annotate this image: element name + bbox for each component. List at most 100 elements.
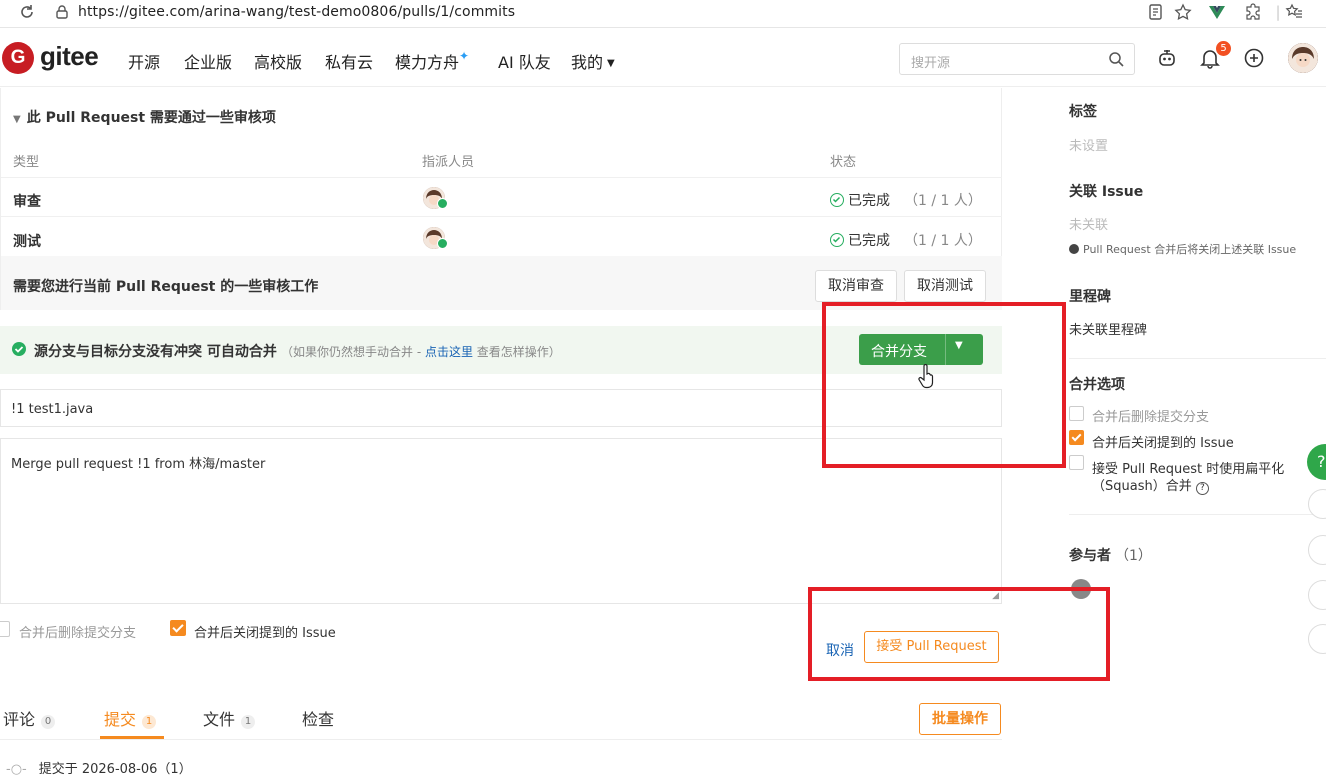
- approved-check-icon: [437, 238, 448, 249]
- nav-moli-label: 模力方舟: [395, 53, 460, 72]
- close-issue-label: 合并后关闭提到的 Issue: [194, 626, 336, 641]
- extensions-icon[interactable]: [1243, 3, 1263, 23]
- nav-moli[interactable]: 模力方舟✦: [395, 49, 469, 73]
- tab-checks-label: 检查: [302, 710, 335, 729]
- cancel-review-button[interactable]: 取消审查: [815, 270, 897, 302]
- check-icon: [172, 621, 184, 633]
- merge-status-text: 源分支与目标分支没有冲突 可自动合并: [34, 344, 277, 360]
- tab-commits-count: 1: [142, 715, 157, 729]
- row-divider: [1, 177, 1003, 178]
- row-divider: [1, 216, 1003, 217]
- row-review-type: 审查: [13, 194, 41, 210]
- sparkle-icon: ✦: [459, 49, 470, 63]
- col-type: 类型: [13, 155, 40, 170]
- highlight-accept-box: [808, 587, 1110, 681]
- manual-merge-link[interactable]: 点击这里: [425, 345, 473, 359]
- merge-hint: （如果你仍然想手动合并 - 点击这里 查看怎样操作）: [281, 343, 561, 360]
- row-review-status: 已完成 （1 / 1 人）: [830, 190, 982, 210]
- tab-files[interactable]: 文件 1: [203, 706, 256, 730]
- review-action-text: 需要您进行当前 Pull Request 的一些审核工作: [13, 279, 319, 295]
- review-title[interactable]: ▼ 此 Pull Request 需要通过一些审核项: [13, 107, 276, 127]
- row-review-count: （1 / 1 人）: [904, 193, 982, 209]
- gitee-logo[interactable]: G: [2, 42, 34, 74]
- commit-date-text: 提交于 2026-08-06（1）: [38, 762, 192, 777]
- reader-icon[interactable]: [1146, 3, 1166, 23]
- sidebar-squash-checkbox[interactable]: [1069, 455, 1084, 470]
- reload-icon[interactable]: [18, 3, 36, 21]
- nav-ai-team[interactable]: AI 队友: [498, 49, 551, 73]
- sidebar-close-issue-label: 合并后关闭提到的 Issue: [1092, 436, 1234, 451]
- participants-heading-text: 参与者: [1069, 548, 1111, 564]
- bot-icon[interactable]: [1156, 47, 1178, 69]
- linked-issue-note: Pull Request 合并后将关闭上述关联 Issue: [1069, 241, 1296, 257]
- nav-enterprise[interactable]: 企业版: [184, 49, 232, 73]
- tab-comments-label: 评论: [3, 710, 36, 729]
- caret-down-icon: ▼: [13, 114, 21, 125]
- merge-hint-prefix: （如果你仍然想手动合并 -: [281, 345, 425, 359]
- merge-hint-suffix: 查看怎样操作）: [472, 345, 561, 359]
- tab-files-count: 1: [241, 715, 256, 729]
- labels-value[interactable]: 未设置: [1069, 135, 1108, 154]
- search-icon[interactable]: [1108, 51, 1124, 67]
- linked-issue-note-text: Pull Request 合并后将关闭上述关联 Issue: [1083, 243, 1297, 256]
- approved-check-icon: [437, 198, 448, 209]
- star-icon[interactable]: [1173, 3, 1193, 23]
- tab-comments-count: 0: [41, 715, 56, 729]
- row-test-type: 测试: [13, 234, 41, 250]
- nav-mine[interactable]: 我的 ▼: [571, 49, 615, 73]
- sidebar-delete-branch-checkbox[interactable]: [1069, 406, 1084, 421]
- milestone-heading: 里程碑: [1069, 289, 1111, 305]
- pr-title-value: !1 test1.java: [11, 402, 94, 417]
- nav-private-cloud[interactable]: 私有云: [325, 49, 373, 73]
- chevron-down-icon: ▼: [607, 58, 615, 69]
- help-icon[interactable]: ?: [1195, 482, 1209, 495]
- close-issue-checkbox[interactable]: [170, 620, 186, 636]
- sidebar-squash-label-2: （Squash）合并 ?: [1092, 475, 1209, 495]
- url-text: https://gitee.com/arina-wang/test-demo08…: [78, 4, 516, 20]
- gitee-logo-text[interactable]: gitee: [40, 41, 99, 72]
- address-bar[interactable]: https://gitee.com/arina-wang/test-demo08…: [46, 0, 1200, 26]
- col-assignee: 指派人员: [422, 155, 475, 170]
- check-icon: [1071, 431, 1082, 442]
- tab-commits-label: 提交: [104, 710, 137, 729]
- site-header: G gitee 开源 企业版 高校版 私有云 模力方舟✦ AI 队友 我的 ▼ 搜…: [0, 29, 1326, 87]
- linked-issue-heading: 关联 Issue: [1069, 184, 1144, 200]
- delete-branch-label: 合并后删除提交分支: [19, 626, 137, 641]
- tab-comments[interactable]: 评论 0: [3, 706, 56, 730]
- review-card: ▼ 此 Pull Request 需要通过一些审核项 类型 指派人员 状态 审查 …: [0, 88, 1003, 310]
- lock-icon: [54, 4, 70, 20]
- favorites-icon[interactable]: [1284, 3, 1304, 23]
- batch-operations-button[interactable]: 批量操作: [919, 703, 1001, 735]
- check-circle-icon: [830, 233, 844, 247]
- active-tab-indicator: [100, 736, 164, 739]
- vue-extension-icon[interactable]: [1207, 3, 1227, 23]
- plus-icon[interactable]: [1243, 47, 1265, 69]
- sidebar-delete-branch-label: 合并后删除提交分支: [1092, 410, 1210, 425]
- review-title-text: 此 Pull Request 需要通过一些审核项: [26, 110, 276, 126]
- user-avatar[interactable]: [1288, 43, 1318, 73]
- cancel-test-button[interactable]: 取消测试: [904, 270, 986, 302]
- tab-files-label: 文件: [203, 710, 236, 729]
- delete-branch-checkbox[interactable]: [0, 621, 10, 637]
- pr-tabs: 评论 0 提交 1 文件 1 检查 批量操作: [0, 692, 1002, 740]
- tab-checks[interactable]: 检查: [302, 706, 334, 730]
- row-review-status-text: 已完成: [848, 193, 890, 209]
- commit-date-group: -○- 提交于 2026-08-06（1）: [6, 758, 192, 777]
- merge-options-heading: 合并选项: [1069, 377, 1125, 393]
- labels-heading: 标签: [1069, 104, 1097, 120]
- sidebar-close-issue-checkbox[interactable]: [1069, 430, 1084, 445]
- sidebar-divider: [1069, 358, 1326, 359]
- col-status: 状态: [830, 155, 857, 170]
- notification-badge: 5: [1216, 41, 1231, 56]
- search-placeholder: 搜开源: [911, 56, 951, 71]
- milestone-value[interactable]: 未关联里程碑: [1069, 319, 1147, 338]
- sidebar-squash-label-2-text: （Squash）合并: [1092, 479, 1192, 494]
- search-input[interactable]: 搜开源: [899, 43, 1135, 75]
- nav-open-source[interactable]: 开源: [128, 49, 160, 73]
- check-circle-icon: [12, 342, 26, 356]
- nav-education[interactable]: 高校版: [254, 49, 302, 73]
- linked-issue-value[interactable]: 未关联: [1069, 214, 1108, 233]
- tab-commits[interactable]: 提交 1: [104, 706, 157, 730]
- row-test-status: 已完成 （1 / 1 人）: [830, 230, 982, 250]
- info-icon: [1069, 244, 1079, 254]
